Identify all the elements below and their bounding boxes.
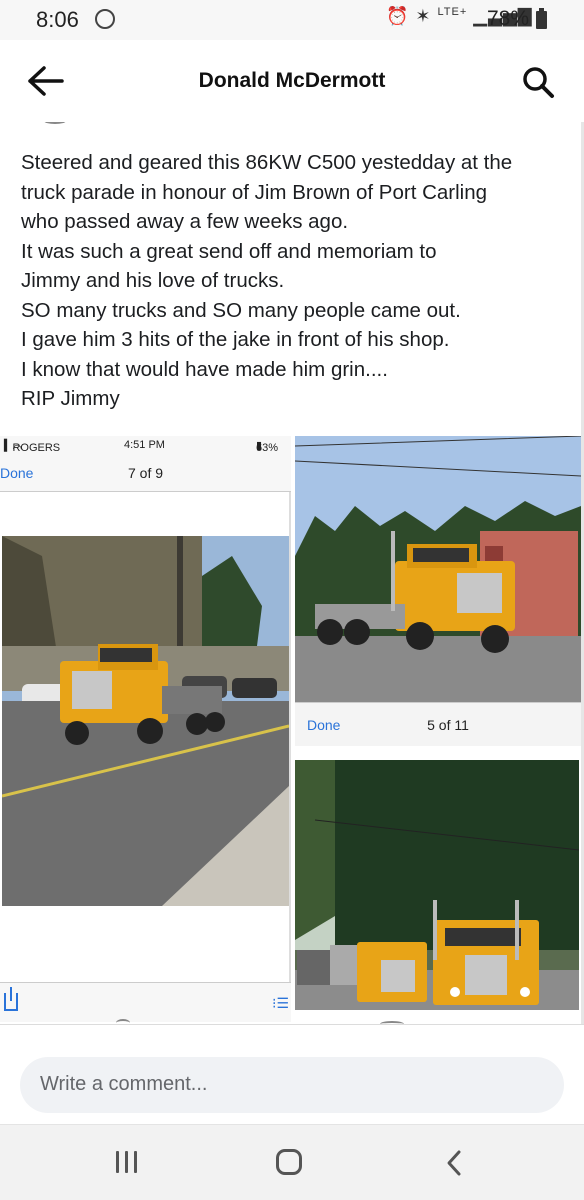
post-line: truck parade in honour of Jim Brown of P… bbox=[21, 180, 488, 204]
photo-nav-bar-right: Done 5 of 11 bbox=[295, 702, 581, 746]
post-photo-left[interactable]: ▍ ROGERS ◠ 4:51 PM 63% ▮ Done 7 of 9 ⁝☰ bbox=[0, 436, 291, 1022]
photo-done-button[interactable]: Done bbox=[307, 717, 340, 733]
comment-placeholder: Write a comment... bbox=[40, 1073, 208, 1095]
home-icon[interactable] bbox=[276, 1149, 302, 1175]
post-photo-right-bottom[interactable] bbox=[295, 760, 579, 1010]
comment-input[interactable]: Write a comment... bbox=[20, 1057, 564, 1113]
app-bar: Donald McDermott bbox=[0, 40, 584, 122]
post-line: It was such a great send off and memoria… bbox=[21, 239, 437, 263]
photo-counter: 7 of 9 bbox=[127, 465, 164, 481]
comment-area: Write a comment... bbox=[0, 1019, 584, 1124]
post-line: Jimmy and his love of trucks. bbox=[21, 269, 285, 292]
photo-status-bar: ▍ ROGERS ◠ 4:51 PM 63% ▮ bbox=[0, 436, 291, 455]
truck-parade-photo bbox=[2, 536, 289, 906]
recent-apps-icon[interactable] bbox=[114, 1151, 140, 1173]
truck-photo bbox=[295, 436, 581, 702]
system-nav-bar bbox=[0, 1124, 584, 1200]
page-title: Donald McDermott bbox=[198, 69, 386, 92]
post-line: Steered and geared this 86KW C500 yested… bbox=[21, 151, 513, 174]
status-time: 8:06 bbox=[36, 7, 79, 32]
photo-toolbar: ⁝☰ bbox=[0, 982, 291, 1022]
photo-battery: 63% ▮ bbox=[256, 440, 279, 454]
photo-time: 4:51 PM bbox=[124, 439, 165, 451]
post-header-fragment bbox=[44, 122, 66, 124]
photo-counter: 5 of 11 bbox=[427, 717, 469, 733]
status-battery: 78% bbox=[487, 7, 530, 30]
post-line: who passed away a few weeks ago. bbox=[21, 210, 349, 233]
photo-battery-text: 63% bbox=[256, 442, 279, 454]
status-bar: 8:06 ⏰ ✶ LTE+ ▁▃▅▇ 78% bbox=[0, 0, 584, 40]
nav-back-icon[interactable] bbox=[444, 1149, 464, 1177]
photo-carrier: ▍ ROGERS ◠ bbox=[4, 440, 61, 455]
post-photo-right-top[interactable]: Done 5 of 11 bbox=[295, 436, 581, 746]
post-line: RIP Jimmy bbox=[21, 387, 120, 410]
post-line: I gave him 3 hits of the jake in front o… bbox=[21, 328, 450, 351]
post-line: SO many trucks and SO many people came o… bbox=[21, 298, 461, 322]
reaction-fragment bbox=[116, 1019, 130, 1027]
post-card: Steered and geared this 86KW C500 yested… bbox=[0, 122, 584, 1024]
post-line: I know that would have made him grin.... bbox=[21, 357, 388, 381]
status-sync-icon bbox=[95, 9, 115, 29]
share-icon[interactable] bbox=[4, 987, 18, 1011]
photo-nav-bar: Done 7 of 9 bbox=[0, 454, 291, 492]
status-network: LTE+ bbox=[437, 6, 468, 18]
reaction-fragment bbox=[380, 1021, 404, 1027]
search-icon[interactable] bbox=[520, 64, 556, 100]
list-icon[interactable]: ⁝☰ bbox=[272, 995, 289, 1012]
post-text: Steered and geared this 86KW C500 yested… bbox=[21, 148, 569, 414]
battery-icon bbox=[536, 8, 547, 29]
